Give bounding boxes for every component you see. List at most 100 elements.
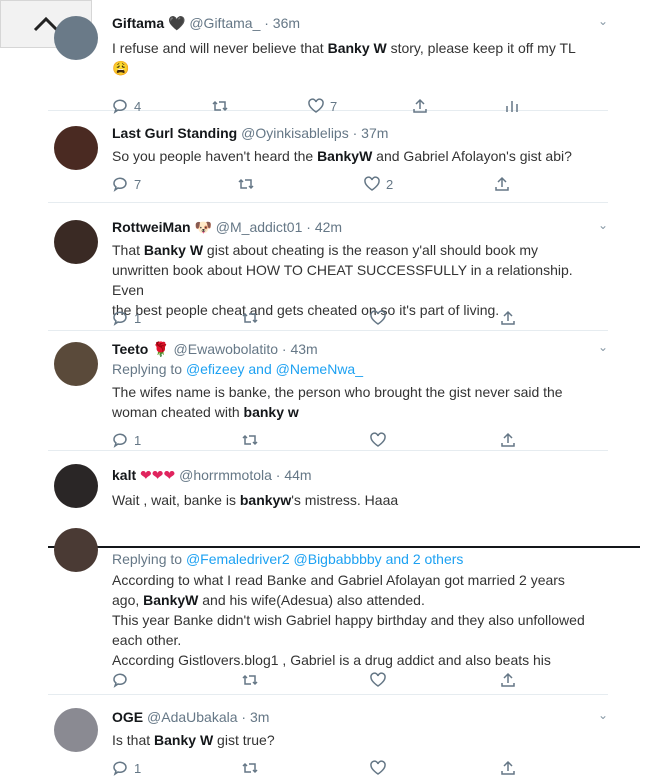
- reply-icon: [113, 177, 127, 192]
- reply-icon: [113, 99, 127, 114]
- handle[interactable]: @M_addict01: [216, 219, 303, 235]
- share-icon: [501, 760, 515, 775]
- retweet-icon: [242, 762, 258, 774]
- avatar[interactable]: [54, 708, 98, 752]
- handle[interactable]: @Oyinkisablelips: [241, 125, 349, 141]
- timestamp[interactable]: · 44m: [276, 467, 312, 483]
- like-icon: [364, 176, 380, 191]
- avatar[interactable]: [54, 464, 98, 508]
- like-icon: [370, 672, 386, 687]
- replying-to: Replying to @efizeey and @NemeNwa_: [112, 361, 363, 377]
- chevron-down-icon[interactable]: ⌄: [598, 218, 608, 232]
- tweet-text: Is that Banky W gist true?: [112, 732, 275, 748]
- display-name[interactable]: RottweiMan: [112, 219, 191, 235]
- avatar[interactable]: [54, 16, 98, 60]
- tweet-text: The wifes name is banke, the person who …: [112, 384, 563, 420]
- like-icon: [370, 760, 386, 775]
- avatar[interactable]: [54, 220, 98, 264]
- avatar[interactable]: [54, 528, 98, 572]
- badge-emoji: 🖤: [168, 15, 186, 31]
- retweet-icon: [238, 178, 254, 190]
- tweet-actions: 7 2: [112, 174, 510, 194]
- tweet[interactable]: Replying to @Femaledriver2 @Bigbabbbby a…: [48, 528, 608, 695]
- like-button[interactable]: [370, 672, 500, 688]
- display-name[interactable]: Last Gurl Standing: [112, 125, 237, 141]
- retweet-icon: [242, 312, 258, 324]
- retweet-icon: [242, 434, 258, 446]
- share-icon: [501, 672, 515, 687]
- handle[interactable]: @AdaUbakala: [147, 709, 238, 725]
- handle[interactable]: @horrmmotola: [179, 467, 272, 483]
- reply-button[interactable]: 1: [112, 310, 242, 326]
- retweet-button[interactable]: [242, 672, 370, 688]
- mention-link[interactable]: @efizeey and @NemeNwa_: [186, 361, 363, 377]
- retweet-button[interactable]: [242, 310, 370, 326]
- like-button[interactable]: 2: [364, 176, 494, 192]
- retweet-button[interactable]: [238, 176, 364, 192]
- reply-button[interactable]: 7: [112, 176, 238, 192]
- retweet-button[interactable]: [242, 432, 370, 448]
- reply-button[interactable]: 4: [112, 98, 212, 114]
- share-icon: [501, 432, 515, 447]
- avatar[interactable]: [54, 126, 98, 170]
- timestamp[interactable]: · 3m: [241, 709, 269, 725]
- chevron-down-icon[interactable]: ⌄: [598, 708, 608, 722]
- like-button[interactable]: 7: [308, 98, 412, 114]
- share-icon: [501, 310, 515, 325]
- share-button[interactable]: [412, 98, 504, 114]
- analytics-button[interactable]: [504, 98, 520, 114]
- like-button[interactable]: [370, 432, 500, 448]
- reply-button[interactable]: [112, 672, 242, 688]
- tweet-actions: [112, 670, 516, 690]
- tweet[interactable]: OGE @AdaUbakala · 3m ⌄ Is that Banky W g…: [48, 702, 608, 781]
- tweet[interactable]: kalt ❤❤❤ @horrmmotola · 44m Wait , wait,…: [48, 460, 608, 522]
- replying-to: Replying to @Femaledriver2 @Bigbabbbby a…: [112, 551, 464, 567]
- reply-button[interactable]: 1: [112, 432, 242, 448]
- share-button[interactable]: [500, 672, 516, 688]
- timestamp[interactable]: · 42m: [306, 219, 342, 235]
- tweet[interactable]: Last Gurl Standing @Oyinkisablelips · 37…: [48, 118, 608, 203]
- like-icon: [308, 98, 324, 113]
- badge-emoji: 🐶: [194, 219, 212, 235]
- handle[interactable]: @Ewawobolatito: [174, 341, 279, 357]
- tweet-actions: 1: [112, 758, 516, 778]
- tweet[interactable]: Teeto 🌹 @Ewawobolatito · 43m ⌄ Replying …: [48, 336, 608, 451]
- chevron-down-icon[interactable]: ⌄: [598, 340, 608, 354]
- display-name[interactable]: Teeto: [112, 341, 148, 357]
- timestamp[interactable]: · 43m: [282, 341, 318, 357]
- timestamp[interactable]: · 37m: [353, 125, 389, 141]
- display-name[interactable]: OGE: [112, 709, 143, 725]
- like-button[interactable]: [370, 310, 500, 326]
- handle[interactable]: @Giftama_: [189, 15, 260, 31]
- chevron-down-icon[interactable]: ⌄: [598, 14, 608, 28]
- share-button[interactable]: [500, 432, 516, 448]
- reply-icon: [113, 433, 127, 448]
- tweet[interactable]: RottweiMan 🐶 @M_addict01 · 42m ⌄ That Ba…: [48, 212, 608, 331]
- tweet-actions: 1: [112, 430, 516, 450]
- tweet-text: I refuse and will never believe that Ban…: [112, 40, 576, 56]
- display-name[interactable]: Giftama: [112, 15, 164, 31]
- retweet-button[interactable]: [212, 98, 308, 114]
- tweet-header: Teeto 🌹 @Ewawobolatito · 43m: [112, 340, 608, 358]
- share-button[interactable]: [494, 176, 510, 192]
- timestamp[interactable]: · 36m: [264, 15, 300, 31]
- tweet-header: Last Gurl Standing @Oyinkisablelips · 37…: [112, 124, 608, 142]
- reply-icon: [113, 673, 127, 688]
- analytics-icon: [506, 101, 518, 112]
- display-name[interactable]: kalt: [112, 467, 136, 483]
- tweet-actions: 4 7: [112, 96, 520, 116]
- badge-emoji: ❤❤❤: [140, 467, 176, 483]
- avatar[interactable]: [54, 342, 98, 386]
- retweet-icon: [212, 100, 228, 112]
- retweet-button[interactable]: [242, 760, 370, 776]
- mention-link[interactable]: @Femaledriver2 @Bigbabbbby and 2 others: [186, 551, 463, 567]
- emoji: 😩: [112, 60, 130, 76]
- tweet[interactable]: Giftama 🖤 @Giftama_ · 36m ⌄ I refuse and…: [48, 10, 608, 114]
- reply-icon: [113, 311, 127, 326]
- like-button[interactable]: [370, 760, 500, 776]
- tweet-text: So you people haven't heard the BankyW a…: [112, 148, 572, 164]
- share-icon: [495, 176, 509, 191]
- share-button[interactable]: [500, 760, 516, 776]
- reply-button[interactable]: 1: [112, 760, 242, 776]
- share-button[interactable]: [500, 310, 516, 326]
